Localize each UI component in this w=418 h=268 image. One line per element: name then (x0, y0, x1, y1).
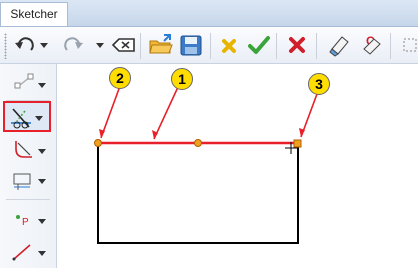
callout-arrow-2 (100, 85, 121, 139)
open-folder-icon[interactable] (148, 31, 174, 59)
confirm-check-icon[interactable] (246, 31, 272, 59)
chevron-down-icon[interactable] (35, 114, 43, 122)
trim-tool-button[interactable] (3, 101, 51, 132)
chevron-down-icon[interactable] (38, 147, 46, 155)
toolbar: C (0, 27, 418, 64)
chevron-down-icon[interactable] (38, 249, 46, 257)
toolbar-grip[interactable] (4, 33, 7, 59)
tab-bar: Sketcher (0, 0, 418, 27)
point-p-icon[interactable]: P (4, 204, 52, 236)
sketch-canvas[interactable] (57, 64, 418, 268)
sketch-rectangle[interactable] (97, 143, 299, 244)
more-tools-icon[interactable] (398, 31, 418, 59)
save-icon[interactable] (178, 31, 204, 59)
callout-3: 3 (308, 73, 330, 95)
palette-separator (6, 199, 50, 200)
fillet-corner-icon[interactable] (4, 134, 52, 166)
undo-dropdown-icon[interactable] (40, 41, 48, 49)
toolbar-separator (276, 33, 277, 59)
line-end-point[interactable] (293, 139, 302, 148)
toolbar-separator (140, 33, 141, 59)
line-icon[interactable] (4, 236, 52, 268)
redo-dropdown-icon[interactable] (96, 41, 104, 49)
chevron-down-icon[interactable] (38, 81, 46, 89)
cancel-x-icon[interactable] (216, 31, 242, 59)
close-x-icon[interactable] (284, 31, 310, 59)
toolbar-separator (390, 33, 391, 59)
rectangle-dim-icon[interactable] (4, 164, 52, 196)
point-select-icon[interactable] (4, 68, 52, 100)
undo-icon[interactable] (12, 31, 38, 59)
chevron-down-icon[interactable] (38, 217, 46, 225)
constraint-icon[interactable]: C (358, 31, 384, 59)
redo-icon[interactable] (60, 31, 86, 59)
point-p-label: P (22, 217, 29, 228)
tab-sketcher[interactable]: Sketcher (0, 2, 68, 26)
line-start-point[interactable] (94, 139, 102, 147)
callout-1: 1 (171, 68, 193, 90)
eraser-icon[interactable] (326, 31, 352, 59)
line-midpoint[interactable] (194, 139, 202, 147)
backspace-icon[interactable] (110, 31, 136, 59)
trim-line-icon (11, 108, 31, 129)
chevron-down-icon[interactable] (38, 177, 46, 185)
callout-2: 2 (109, 67, 131, 89)
toolbar-separator (316, 33, 317, 59)
toolbar-separator (210, 33, 211, 59)
callout-arrow-1 (153, 86, 179, 140)
